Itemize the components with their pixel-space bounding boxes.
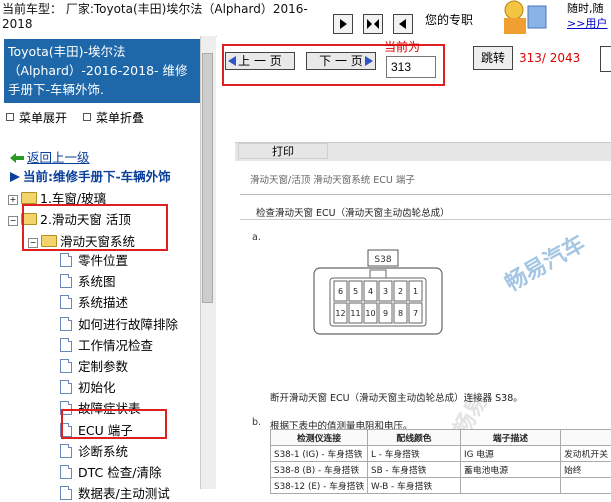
section-title: 检查滑动天窗 ECU（滑动天窗主动齿轮总成） bbox=[256, 205, 450, 219]
table-cell: S38-8 (B) - 车身搭铁 bbox=[271, 462, 368, 478]
pin-number: 7 bbox=[413, 309, 418, 318]
current-path: 当前:维修手册下-车辆外饰 bbox=[10, 166, 171, 185]
split-icon bbox=[364, 15, 382, 33]
table-cell bbox=[561, 478, 611, 494]
table-header-row: 检测仪连接配线颜色端子描述 bbox=[271, 430, 611, 446]
divider bbox=[240, 219, 611, 220]
document-icon bbox=[60, 359, 72, 373]
tree-doc-item[interactable]: 定制参数 bbox=[60, 356, 128, 375]
connector-label: S38 bbox=[374, 255, 391, 265]
table-header-cell: 配线颜色 bbox=[368, 430, 461, 446]
table-cell: SB - 车身搭铁 bbox=[368, 462, 461, 478]
table-row: S38-12 (E) - 车身搭铁W-B - 车身搭铁 bbox=[271, 478, 611, 494]
tree-doc-item[interactable]: 零件位置 bbox=[60, 250, 128, 269]
terminal-table: 检测仪连接配线颜色端子描述 S38-1 (IG) - 车身搭铁L - 车身搭铁I… bbox=[270, 429, 611, 494]
table-cell: IG 电源 bbox=[461, 446, 561, 462]
pin-number: 2 bbox=[398, 287, 403, 296]
document-icon bbox=[60, 486, 72, 500]
table-cell: W-B - 车身搭铁 bbox=[368, 478, 461, 494]
pin-number: 4 bbox=[368, 287, 373, 296]
table-cell bbox=[461, 478, 561, 494]
table-cell: S38-12 (E) - 车身搭铁 bbox=[271, 478, 368, 494]
collapse-toggle-icon[interactable]: − bbox=[8, 216, 18, 226]
pin-number: 10 bbox=[365, 309, 375, 318]
pin-number: 12 bbox=[335, 309, 345, 318]
tree-doc-item[interactable]: DTC 检查/清除 bbox=[60, 462, 161, 481]
table-header-cell: 检测仪连接 bbox=[271, 430, 368, 446]
document-icon bbox=[60, 295, 72, 309]
document-icon bbox=[60, 253, 72, 267]
next-arrow-icon bbox=[365, 56, 373, 66]
pin-number: 8 bbox=[398, 309, 403, 318]
table-row: S38-8 (B) - 车身搭铁SB - 车身搭铁蓄电池电源始终 bbox=[271, 462, 611, 478]
prev-arrow-icon bbox=[228, 56, 236, 66]
tree-doc-item[interactable]: 数据表/主动测试 bbox=[60, 483, 170, 502]
step-b-label: b. bbox=[252, 417, 261, 428]
menu-collapse[interactable]: 菜单折叠 bbox=[83, 109, 144, 126]
table-cell: 始终 bbox=[561, 462, 611, 478]
mascot-image bbox=[482, 0, 552, 36]
highlight-box bbox=[61, 409, 167, 439]
green-back-arrow-icon bbox=[10, 153, 24, 163]
page-count: 313/ 2043 bbox=[519, 51, 580, 65]
tree-doc-item[interactable]: 如何进行故障排除 bbox=[60, 314, 178, 333]
back-arrow-button[interactable] bbox=[393, 14, 413, 34]
jump-button[interactable]: 跳转 bbox=[473, 46, 513, 70]
highlight-box bbox=[22, 204, 168, 251]
document-icon bbox=[60, 465, 72, 479]
collapse-icon bbox=[83, 113, 91, 121]
connector-diagram: S38 6 5 4 3 2 1 12 11 10 9 8 7 bbox=[300, 248, 450, 338]
table-header-cell bbox=[561, 430, 611, 446]
current-page-label: 当前为 bbox=[384, 38, 420, 55]
back-arrow-icon bbox=[394, 15, 412, 33]
right-info-text: 随时,随 bbox=[567, 0, 604, 16]
left-scroll-thumb[interactable] bbox=[202, 53, 213, 303]
table-header-cell: 端子描述 bbox=[461, 430, 561, 446]
vehicle-model-text: 当前车型： 厂家:Toyota(丰田)埃尔法（Alphard）2016-2018 bbox=[2, 2, 332, 32]
pin-number: 1 bbox=[413, 287, 418, 296]
divider bbox=[240, 194, 611, 195]
document-icon bbox=[60, 317, 72, 331]
document-icon bbox=[60, 444, 72, 458]
back-link[interactable]: 返回上一级 bbox=[10, 147, 90, 166]
my-pro-text: 您的专职 bbox=[425, 11, 473, 28]
nav-header: Toyota(丰田)-埃尔法（Alphard）-2016-2018- 维修手册下… bbox=[4, 39, 200, 103]
user-link[interactable]: >>用户 bbox=[567, 15, 607, 31]
table-row: S38-1 (IG) - 车身搭铁L - 车身搭铁IG 电源发动机开关 bbox=[271, 446, 611, 462]
table-cell: L - 车身搭铁 bbox=[368, 446, 461, 462]
print-button[interactable]: 打印 bbox=[238, 143, 328, 159]
folder-icon bbox=[21, 192, 37, 204]
menu-expand[interactable]: 菜单展开 bbox=[6, 109, 67, 126]
tree-doc-item[interactable]: 工作情况检查 bbox=[60, 335, 153, 354]
table-cell: 发动机开关 bbox=[561, 446, 611, 462]
page-number-input[interactable] bbox=[386, 56, 436, 78]
play-icon bbox=[334, 15, 352, 33]
tree-doc-item[interactable]: 诊断系统 bbox=[60, 441, 128, 460]
play-button[interactable] bbox=[333, 14, 353, 34]
pin-number: 11 bbox=[350, 309, 360, 318]
next-page-button[interactable]: 下 一 页 bbox=[306, 52, 376, 70]
disconnect-instruction: 断开滑动天窗 ECU（滑动天窗主动齿轮总成）连接器 S38。 bbox=[270, 390, 523, 404]
edge-button[interactable] bbox=[600, 46, 611, 72]
table-cell: S38-1 (IG) - 车身搭铁 bbox=[271, 446, 368, 462]
table-cell: 蓄电池电源 bbox=[461, 462, 561, 478]
pin-number: 3 bbox=[383, 287, 388, 296]
prev-page-button[interactable]: 上 一 页 bbox=[225, 52, 295, 70]
pin-number: 9 bbox=[383, 309, 388, 318]
tree-doc-item[interactable]: 系统描述 bbox=[60, 292, 128, 311]
document-icon bbox=[60, 338, 72, 352]
pin-number: 5 bbox=[353, 287, 358, 296]
pin-number: 6 bbox=[338, 287, 343, 296]
tree-doc-item[interactable]: 初始化 bbox=[60, 377, 116, 396]
document-icon bbox=[60, 380, 72, 394]
expand-icon bbox=[6, 113, 14, 121]
step-a-label: a. bbox=[252, 232, 261, 243]
document-icon bbox=[60, 274, 72, 288]
split-button[interactable] bbox=[363, 14, 383, 34]
tree-doc-item[interactable]: 系统图 bbox=[60, 271, 116, 290]
current-icon bbox=[10, 172, 20, 182]
doc-breadcrumb: 滑动天窗/活顶 滑动天窗系统 ECU 端子 bbox=[250, 172, 415, 186]
expand-toggle-icon[interactable]: + bbox=[8, 195, 18, 205]
